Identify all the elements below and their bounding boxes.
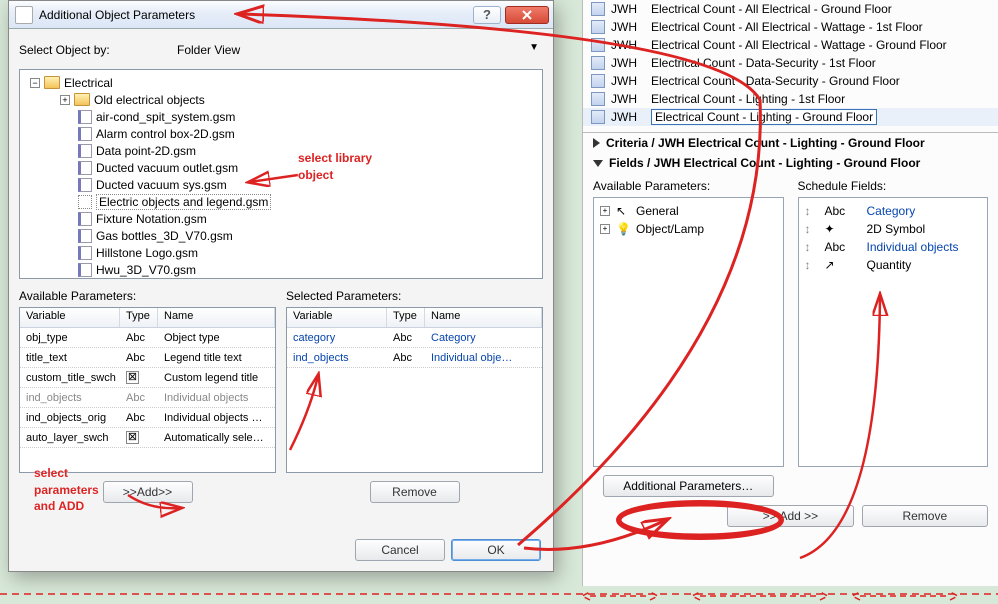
schedule-field-row[interactable]: ↕AbcCategory xyxy=(803,202,984,220)
disclosure-right-icon xyxy=(593,138,600,148)
schedule-row[interactable]: JWHElectrical Count - Lighting - 1st Flo… xyxy=(583,90,998,108)
tree-item[interactable]: Ducted vacuum sys.gsm xyxy=(24,176,538,193)
col-header-type: Type xyxy=(387,308,425,327)
select-object-by-label: Select Object by: xyxy=(19,43,159,57)
selected-parameters-list[interactable]: Variable Type Name categoryAbcCategoryin… xyxy=(286,307,543,473)
schedule-icon xyxy=(591,2,605,16)
schedule-icon xyxy=(591,56,605,70)
criteria-section-header[interactable]: Criteria / JWH Electrical Count - Lighti… xyxy=(583,133,998,153)
document-icon xyxy=(78,127,92,141)
document-icon xyxy=(78,178,92,192)
schedule-row[interactable]: JWHElectrical Count - All Electrical - G… xyxy=(583,0,998,18)
available-param-group[interactable]: +↖General xyxy=(598,202,779,220)
document-icon xyxy=(78,195,92,209)
document-icon xyxy=(78,144,92,158)
available-param-group[interactable]: +💡Object/Lamp xyxy=(598,220,779,238)
parameter-row[interactable]: categoryAbcCategory xyxy=(287,328,542,348)
add-button-right[interactable]: >> Add >> xyxy=(727,505,853,527)
help-button[interactable] xyxy=(473,6,501,24)
schedule-field-row[interactable]: ↕AbcIndividual objects xyxy=(803,238,984,256)
col-header-variable: Variable xyxy=(20,308,120,327)
additional-parameters-button[interactable]: Additional Parameters… xyxy=(603,475,774,497)
schedule-panel: JWHElectrical Count - All Electrical - G… xyxy=(582,0,998,586)
document-icon xyxy=(78,246,92,260)
col-header-type: Type xyxy=(120,308,158,327)
schedule-row[interactable]: JWHElectrical Count - All Electrical - W… xyxy=(583,36,998,54)
available-parameters-box[interactable]: +↖General+💡Object/Lamp xyxy=(593,197,784,467)
schedule-field-row[interactable]: ↕↗Quantity xyxy=(803,256,984,274)
add-button[interactable]: >>Add>> xyxy=(103,481,193,503)
parameter-row[interactable]: auto_layer_swch⊠Automatically sele… xyxy=(20,428,275,448)
tree-item[interactable]: −Electrical xyxy=(24,74,538,91)
tree-item[interactable]: Ducted vacuum outlet.gsm xyxy=(24,159,538,176)
col-header-name: Name xyxy=(425,308,542,327)
available-parameters-list[interactable]: Variable Type Name obj_typeAbcObject typ… xyxy=(19,307,276,473)
document-icon xyxy=(78,263,92,277)
parameter-row[interactable]: obj_typeAbcObject type xyxy=(20,328,275,348)
parameter-row[interactable]: ind_objectsAbcIndividual obje… xyxy=(287,348,542,368)
document-icon xyxy=(78,212,92,226)
tree-item[interactable]: air-cond_spit_system.gsm xyxy=(24,108,538,125)
cancel-button[interactable]: Cancel xyxy=(355,539,445,561)
schedule-row[interactable]: JWHElectrical Count - All Electrical - W… xyxy=(583,18,998,36)
col-header-name: Name xyxy=(158,308,275,327)
param-group-icon: 💡 xyxy=(616,222,630,236)
remove-button-right[interactable]: Remove xyxy=(862,505,988,527)
parameter-row[interactable]: custom_title_swch⊠Custom legend title xyxy=(20,368,275,388)
schedule-icon xyxy=(591,110,605,124)
close-button[interactable] xyxy=(505,6,549,24)
additional-object-parameters-dialog: Additional Object Parameters Select Obje… xyxy=(8,0,554,572)
schedule-icon xyxy=(591,38,605,52)
schedule-icon xyxy=(591,92,605,106)
schedule-row[interactable]: JWHElectrical Count - Data-Security - 1s… xyxy=(583,54,998,72)
tree-item[interactable]: Electric objects and legend.gsm xyxy=(24,193,538,210)
tree-item[interactable]: Hillstone Logo.gsm xyxy=(24,244,538,261)
available-parameters-label: Available Parameters: xyxy=(19,289,276,303)
selected-parameters-label: Selected Parameters: xyxy=(286,289,543,303)
ok-button[interactable]: OK xyxy=(451,539,541,561)
document-icon xyxy=(78,229,92,243)
select-object-by-combo[interactable] xyxy=(173,39,543,61)
tree-item[interactable]: Data point-2D.gsm xyxy=(24,142,538,159)
parameter-row[interactable]: ind_objectsAbcIndividual objects xyxy=(20,388,275,408)
schedule-icon xyxy=(591,20,605,34)
parameter-row[interactable]: title_textAbcLegend title text xyxy=(20,348,275,368)
dialog-titlebar[interactable]: Additional Object Parameters xyxy=(9,1,553,29)
col-header-variable: Variable xyxy=(287,308,387,327)
tree-item[interactable]: Gas bottles_3D_V70.gsm xyxy=(24,227,538,244)
schedule-list[interactable]: JWHElectrical Count - All Electrical - G… xyxy=(583,0,998,126)
parameter-row[interactable]: ind_objects_origAbcIndividual objects … xyxy=(20,408,275,428)
dialog-title: Additional Object Parameters xyxy=(39,8,195,22)
app-icon xyxy=(15,6,33,24)
schedule-fields-label: Schedule Fields: xyxy=(798,179,989,193)
tree-item[interactable]: Fixture Notation.gsm xyxy=(24,210,538,227)
schedule-field-row[interactable]: ↕✦2D Symbol xyxy=(803,220,984,238)
disclosure-down-icon xyxy=(593,160,603,167)
folder-icon xyxy=(74,93,90,106)
schedule-row[interactable]: JWHElectrical Count - Data-Security - Gr… xyxy=(583,72,998,90)
fields-section-header[interactable]: Fields / JWH Electrical Count - Lighting… xyxy=(583,153,998,173)
tree-item[interactable]: +Old electrical objects xyxy=(24,91,538,108)
available-parameters-label-right: Available Parameters: xyxy=(593,179,784,193)
schedule-row[interactable]: JWHElectrical Count - Lighting - Ground … xyxy=(583,108,998,126)
tree-item[interactable]: Hwu_3D_V70.gsm xyxy=(24,261,538,278)
schedule-fields-box[interactable]: ↕AbcCategory↕✦2D Symbol↕AbcIndividual ob… xyxy=(798,197,989,467)
tree-item[interactable]: Intelligent homes legend.gsm xyxy=(24,278,538,279)
tree-item[interactable]: Alarm control box-2D.gsm xyxy=(24,125,538,142)
remove-button[interactable]: Remove xyxy=(370,481,460,503)
folder-icon xyxy=(44,76,60,89)
document-icon xyxy=(78,110,92,124)
object-tree[interactable]: −Electrical+Old electrical objectsair-co… xyxy=(19,69,543,279)
schedule-icon xyxy=(591,74,605,88)
document-icon xyxy=(78,161,92,175)
dashed-footer xyxy=(0,590,998,604)
param-group-icon: ↖ xyxy=(616,204,630,218)
